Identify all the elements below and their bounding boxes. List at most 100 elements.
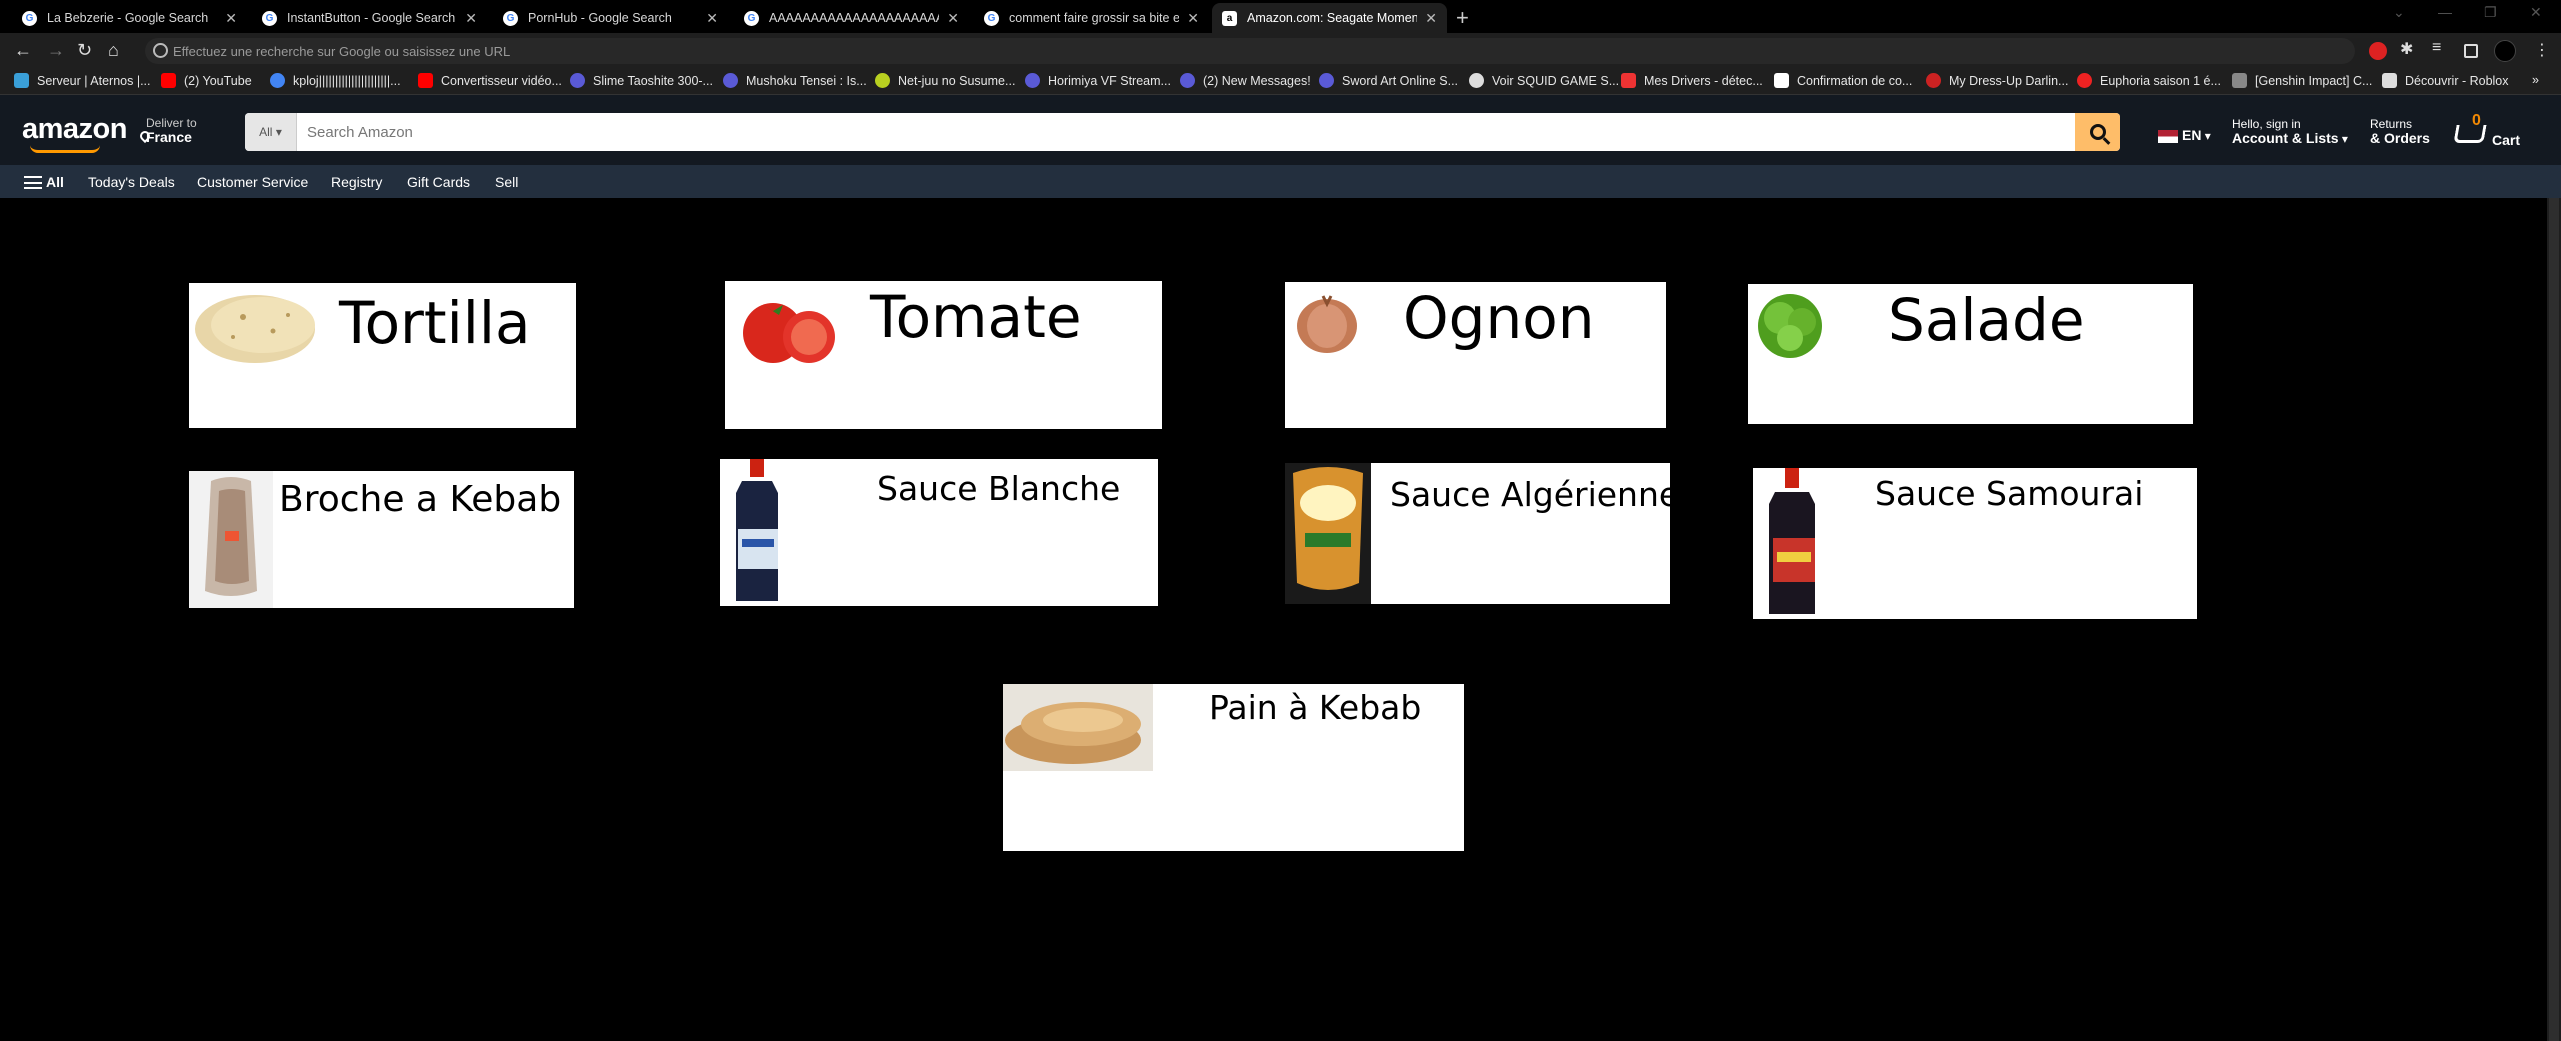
sidebar-icon[interactable] bbox=[2464, 44, 2478, 58]
forward-icon[interactable]: → bbox=[47, 40, 65, 61]
ingredient-card-sauce-algerienne[interactable]: Sauce Algérienne bbox=[1285, 463, 1679, 604]
amazon-logo[interactable]: amazon bbox=[22, 113, 127, 146]
search-button[interactable] bbox=[2075, 113, 2120, 151]
google-icon bbox=[153, 43, 168, 58]
scrollbar-thumb[interactable] bbox=[2549, 198, 2559, 1041]
ingredient-card-broche-a-kebab[interactable]: Broche a Kebab bbox=[189, 471, 574, 608]
browser-tab[interactable]: G AAAAAAAAAAAAAAAAAAAAAAAA ✕ bbox=[734, 3, 969, 33]
browser-tab[interactable]: G InstantButton - Google Search ✕ bbox=[252, 3, 487, 33]
ingredient-label: Pain à Kebab bbox=[1209, 688, 1422, 727]
tortilla-image bbox=[195, 295, 315, 363]
returns-orders-link[interactable]: Returns & Orders bbox=[2370, 117, 2430, 146]
ingredient-card-salade[interactable]: Salade bbox=[1748, 284, 2193, 424]
close-icon[interactable]: ✕ bbox=[225, 10, 237, 27]
subnav-gift-cards[interactable]: Gift Cards bbox=[407, 174, 470, 190]
ingredient-card-sauce-blanche[interactable]: Sauce Blanche bbox=[720, 459, 1158, 606]
home-icon[interactable]: ⌂ bbox=[108, 40, 119, 61]
bookmark-icon bbox=[570, 73, 585, 88]
ingredient-card-tortilla[interactable]: Tortilla bbox=[189, 283, 576, 428]
bookmark-icon bbox=[2232, 73, 2247, 88]
ingredient-label: Tortilla bbox=[339, 289, 531, 357]
bookmark-item[interactable]: Euphoria saison 1 é... bbox=[2077, 73, 2221, 88]
browser-tab[interactable]: G comment faire grossir sa bite ell ✕ bbox=[974, 3, 1209, 33]
bookmark-item[interactable]: Sword Art Online S... bbox=[1319, 73, 1458, 88]
browser-tab-active[interactable]: a Amazon.com: Seagate Momentu ✕ bbox=[1212, 3, 1447, 33]
search-input[interactable] bbox=[297, 113, 2067, 151]
subnav-registry[interactable]: Registry bbox=[331, 174, 382, 190]
search-category-select[interactable]: All ▾ bbox=[245, 113, 297, 151]
bookmark-item[interactable]: My Dress-Up Darlin... bbox=[1926, 73, 2068, 88]
kebab-skewer-image bbox=[189, 471, 273, 608]
google-icon: G bbox=[22, 10, 37, 26]
onion-image bbox=[1297, 295, 1357, 353]
bookmark-item[interactable]: Horimiya VF Stream... bbox=[1025, 73, 1171, 88]
restore-icon[interactable]: ❐ bbox=[2484, 4, 2497, 21]
bookmark-icon bbox=[1774, 73, 1789, 88]
bookmark-item[interactable]: (2) New Messages! bbox=[1180, 73, 1311, 88]
bookmark-item[interactable]: Voir SQUID GAME S... bbox=[1469, 73, 1619, 88]
playlist-icon[interactable]: ≡ bbox=[2432, 39, 2450, 57]
browser-tabstrip: G La Bebzerie - Google Search ✕ G Instan… bbox=[0, 0, 2561, 33]
browser-tab[interactable]: G La Bebzerie - Google Search ✕ bbox=[12, 3, 247, 33]
close-window-icon[interactable]: ✕ bbox=[2530, 4, 2542, 21]
extension-icon[interactable] bbox=[2369, 42, 2387, 60]
google-icon: G bbox=[984, 10, 999, 26]
back-icon[interactable]: ← bbox=[14, 40, 32, 61]
bookmark-icon bbox=[875, 73, 890, 88]
bookmark-item[interactable]: Mes Drivers - détec... bbox=[1621, 73, 1763, 88]
browser-tab[interactable]: G PornHub - Google Search ✕ bbox=[493, 3, 728, 33]
close-icon[interactable]: ✕ bbox=[947, 10, 959, 27]
cart-icon[interactable] bbox=[2453, 125, 2487, 143]
minimize-icon[interactable]: — bbox=[2438, 4, 2452, 20]
bookmark-item[interactable]: Découvrir - Roblox bbox=[2382, 73, 2509, 88]
bookmark-icon bbox=[1926, 73, 1941, 88]
bookmark-icon bbox=[2077, 73, 2092, 88]
tab-title: La Bebzerie - Google Search bbox=[47, 11, 209, 25]
tab-title: comment faire grossir sa bite ell bbox=[1009, 11, 1180, 25]
ingredient-label: Ognon bbox=[1403, 284, 1595, 352]
close-icon[interactable]: ✕ bbox=[465, 10, 477, 27]
ingredient-card-sauce-samourai[interactable]: Sauce Samourai bbox=[1753, 468, 2197, 619]
account-menu[interactable]: Hello, sign in Account & Lists ▾ bbox=[2232, 117, 2348, 146]
bookmark-item[interactable]: kploj||||||||||||||||||||||... bbox=[270, 73, 401, 88]
address-bar[interactable]: Effectuez une recherche sur Google ou sa… bbox=[145, 38, 2355, 64]
bookmark-item[interactable]: [Genshin Impact] C... bbox=[2232, 73, 2372, 88]
bookmark-item[interactable]: Mushoku Tensei : Is... bbox=[723, 73, 867, 88]
profile-avatar[interactable] bbox=[2494, 40, 2516, 62]
lettuce-image bbox=[1758, 294, 1822, 358]
language-selector[interactable]: EN ▾ bbox=[2158, 128, 2211, 144]
bookmark-icon bbox=[1319, 73, 1334, 88]
ingredient-card-ognon[interactable]: Ognon bbox=[1285, 282, 1666, 428]
bookmark-item[interactable]: Confirmation de co... bbox=[1774, 73, 1912, 88]
new-tab-button[interactable]: + bbox=[1456, 5, 1469, 31]
reload-icon[interactable]: ↻ bbox=[77, 40, 92, 61]
deliver-to[interactable]: Deliver to France bbox=[146, 116, 197, 145]
close-icon[interactable]: ✕ bbox=[1187, 10, 1199, 27]
google-icon: G bbox=[744, 10, 759, 26]
subnav-all[interactable]: All bbox=[46, 174, 64, 190]
roblox-icon bbox=[2382, 73, 2397, 88]
close-icon[interactable]: ✕ bbox=[1425, 10, 1437, 27]
more-bookmarks-icon[interactable]: » bbox=[2532, 73, 2539, 87]
puzzle-icon[interactable]: ✱ bbox=[2400, 39, 2418, 58]
hamburger-menu-icon[interactable] bbox=[24, 176, 42, 189]
bookmark-icon bbox=[1180, 73, 1195, 88]
amazon-smile-icon bbox=[30, 145, 100, 153]
chevron-down-icon[interactable]: ⌄ bbox=[2393, 4, 2405, 21]
close-icon[interactable]: ✕ bbox=[706, 10, 718, 27]
subnav-todays-deals[interactable]: Today's Deals bbox=[88, 174, 175, 190]
search-bar: All ▾ bbox=[245, 113, 2120, 151]
subnav-sell[interactable]: Sell bbox=[495, 174, 518, 190]
address-placeholder: Effectuez une recherche sur Google ou sa… bbox=[173, 43, 511, 59]
bookmark-item[interactable]: Convertisseur vidéo... bbox=[418, 73, 562, 88]
subnav-customer-service[interactable]: Customer Service bbox=[197, 174, 308, 190]
ingredient-card-tomate[interactable]: Tomate bbox=[725, 281, 1162, 429]
bookmark-item[interactable]: Slime Taoshite 300-... bbox=[570, 73, 713, 88]
ingredient-card-pain-a-kebab[interactable]: Pain à Kebab bbox=[1003, 684, 1464, 851]
cart-link[interactable]: Cart bbox=[2492, 133, 2520, 148]
tab-title: AAAAAAAAAAAAAAAAAAAAAAAA bbox=[769, 11, 939, 25]
bookmark-item[interactable]: (2) YouTube bbox=[161, 73, 252, 88]
bookmark-item[interactable]: Serveur | Aternos |... bbox=[14, 73, 151, 88]
menu-kebab-icon[interactable]: ⋮ bbox=[2534, 40, 2550, 60]
bookmark-item[interactable]: Net-juu no Susume... bbox=[875, 73, 1015, 88]
